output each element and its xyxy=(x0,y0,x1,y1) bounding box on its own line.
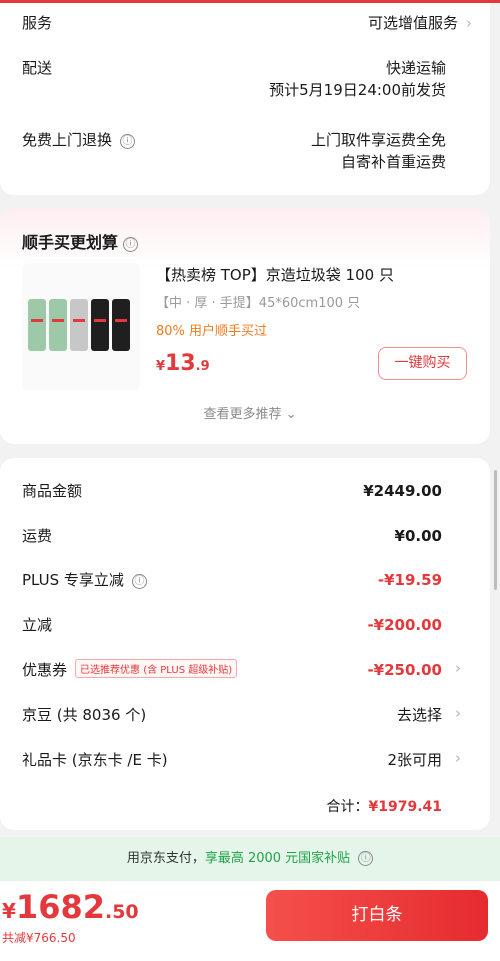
product-name[interactable]: 【热卖榜 TOP】京造垃圾袋 100 只 xyxy=(156,264,394,285)
roll-label xyxy=(94,319,106,322)
service-row[interactable]: 服务 可选增值服务 › xyxy=(22,12,472,34)
plus-discount-label: PLUS 专享立减 ⓘ xyxy=(22,569,147,590)
bag-roll xyxy=(91,299,109,351)
roll-label xyxy=(31,319,43,322)
product-price: ¥13.9 xyxy=(156,351,210,376)
chevron-right-icon[interactable]: › xyxy=(455,659,461,677)
shipping-value: ¥0.00 xyxy=(394,526,442,545)
coupon-row[interactable]: 优惠券 已选推荐优惠 (含 PLUS 超级补贴) -¥250.00 xyxy=(22,659,442,680)
service-label: 服务 xyxy=(22,14,53,32)
returns-line2: 自寄补首重运费 xyxy=(340,153,446,171)
bag-roll xyxy=(112,299,130,351)
chevron-right-icon[interactable]: › xyxy=(455,749,461,767)
more-recommendations-link[interactable]: 查看更多推荐 ⌄ xyxy=(0,403,500,422)
roll-label xyxy=(52,319,64,322)
banner-prefix: 用京东支付， xyxy=(126,851,205,866)
final-decimal: .50 xyxy=(104,901,139,923)
final-price: ¥1682.50 xyxy=(2,888,139,926)
returns-row: 免费上门退换 ⓘ 上门取件享运费全免 自寄补首重运费 xyxy=(22,129,446,173)
goods-amount-row: 商品金额 ¥2449.00 xyxy=(22,480,442,501)
price-decimal: .9 xyxy=(195,359,210,374)
scrollbar[interactable] xyxy=(494,470,497,590)
plus-discount-row: PLUS 专享立减 ⓘ -¥19.59 xyxy=(22,569,442,590)
total-saved: 共减¥766.50 xyxy=(2,931,76,945)
returns-label-text: 免费上门退换 xyxy=(22,131,113,149)
order-total: 合计：¥1979.41 xyxy=(326,796,442,816)
chevron-right-icon[interactable]: › xyxy=(455,704,461,722)
delivery-row[interactable]: 配送 快递运输 预计5月19日24:00前发货 xyxy=(22,57,446,101)
info-icon[interactable]: ⓘ xyxy=(123,237,139,252)
bag-roll xyxy=(28,299,46,351)
roll-label xyxy=(73,319,85,322)
product-thumbnail[interactable] xyxy=(22,263,140,390)
jingdou-label: 京豆 (共 8036 个) xyxy=(22,706,147,724)
returns-line1: 上门取件享运费全免 xyxy=(310,131,446,149)
instant-discount-value: -¥200.00 xyxy=(367,615,442,634)
service-value-text: 可选增值服务 xyxy=(367,14,458,32)
giftcard-label: 礼品卡 (京东卡 /E 卡) xyxy=(22,751,168,769)
price-breakdown-card xyxy=(0,458,490,830)
goods-amount-value: ¥2449.00 xyxy=(363,481,442,500)
plus-discount-label-text: PLUS 专享立减 xyxy=(22,571,124,589)
total-value: ¥1979.41 xyxy=(368,799,442,815)
product-spec: 【中 · 厚 · 手提】45*60cm100 只 xyxy=(156,296,361,311)
product-social-proof: 80% 用户顺手买过 xyxy=(156,324,268,339)
chevron-down-icon: ⌄ xyxy=(285,407,297,422)
delivery-method: 快递运输 xyxy=(385,59,446,77)
delivery-label: 配送 xyxy=(22,59,53,77)
goods-amount-label: 商品金额 xyxy=(22,482,83,500)
jingdou-value: 去选择 xyxy=(396,706,442,724)
banner-highlight: 享最高 2000 元国家补贴 xyxy=(204,851,351,866)
total-label: 合计： xyxy=(326,799,369,815)
bag-roll xyxy=(70,299,88,351)
giftcard-value: 2张可用 xyxy=(387,751,442,769)
final-currency: ¥ xyxy=(2,899,16,923)
shipping-label: 运费 xyxy=(22,527,53,545)
delivery-eta: 预计5月19日24:00前发货 xyxy=(269,81,446,99)
price-integer: 13 xyxy=(165,351,196,376)
coupon-tag: 已选推荐优惠 (含 PLUS 超级补贴) xyxy=(75,659,238,678)
more-label: 查看更多推荐 xyxy=(203,407,282,422)
recommend-title-text: 顺手买更划算 xyxy=(22,233,119,252)
service-value[interactable]: 可选增值服务 › xyxy=(368,12,472,34)
shipping-row: 运费 ¥0.00 xyxy=(22,525,442,546)
coupon-label: 优惠券 已选推荐优惠 (含 PLUS 超级补贴) xyxy=(22,659,238,680)
roll-label xyxy=(115,319,127,322)
subsidy-banner[interactable]: 用京东支付，享最高 2000 元国家补贴 ⓘ xyxy=(0,837,500,881)
info-icon[interactable]: ⓘ xyxy=(120,134,136,149)
instant-discount-row: 立减 -¥200.00 xyxy=(22,614,442,635)
returns-label: 免费上门退换 ⓘ xyxy=(22,129,136,173)
recommend-title: 顺手买更划算 ⓘ xyxy=(22,229,139,253)
price-currency: ¥ xyxy=(156,359,166,374)
coupon-label-text: 优惠券 xyxy=(22,661,68,679)
bag-roll xyxy=(49,299,67,351)
giftcard-row[interactable]: 礼品卡 (京东卡 /E 卡) 2张可用 xyxy=(22,749,442,770)
delivery-value: 快递运输 预计5月19日24:00前发货 xyxy=(269,57,446,101)
final-integer: 1682 xyxy=(15,888,105,926)
returns-value: 上门取件享运费全免 自寄补首重运费 xyxy=(311,129,446,173)
instant-discount-label: 立减 xyxy=(22,616,53,634)
info-icon[interactable]: ⓘ xyxy=(131,574,147,589)
jingdou-row[interactable]: 京豆 (共 8036 个) 去选择 xyxy=(22,704,442,725)
info-icon[interactable]: ⓘ xyxy=(358,851,374,866)
plus-discount-value: -¥19.59 xyxy=(377,570,442,589)
chevron-right-icon: › xyxy=(466,14,472,32)
baitiao-pay-button[interactable]: 打白条 xyxy=(266,890,488,941)
one-click-buy-button[interactable]: 一键购买 xyxy=(378,347,467,380)
coupon-value: -¥250.00 xyxy=(367,660,442,679)
